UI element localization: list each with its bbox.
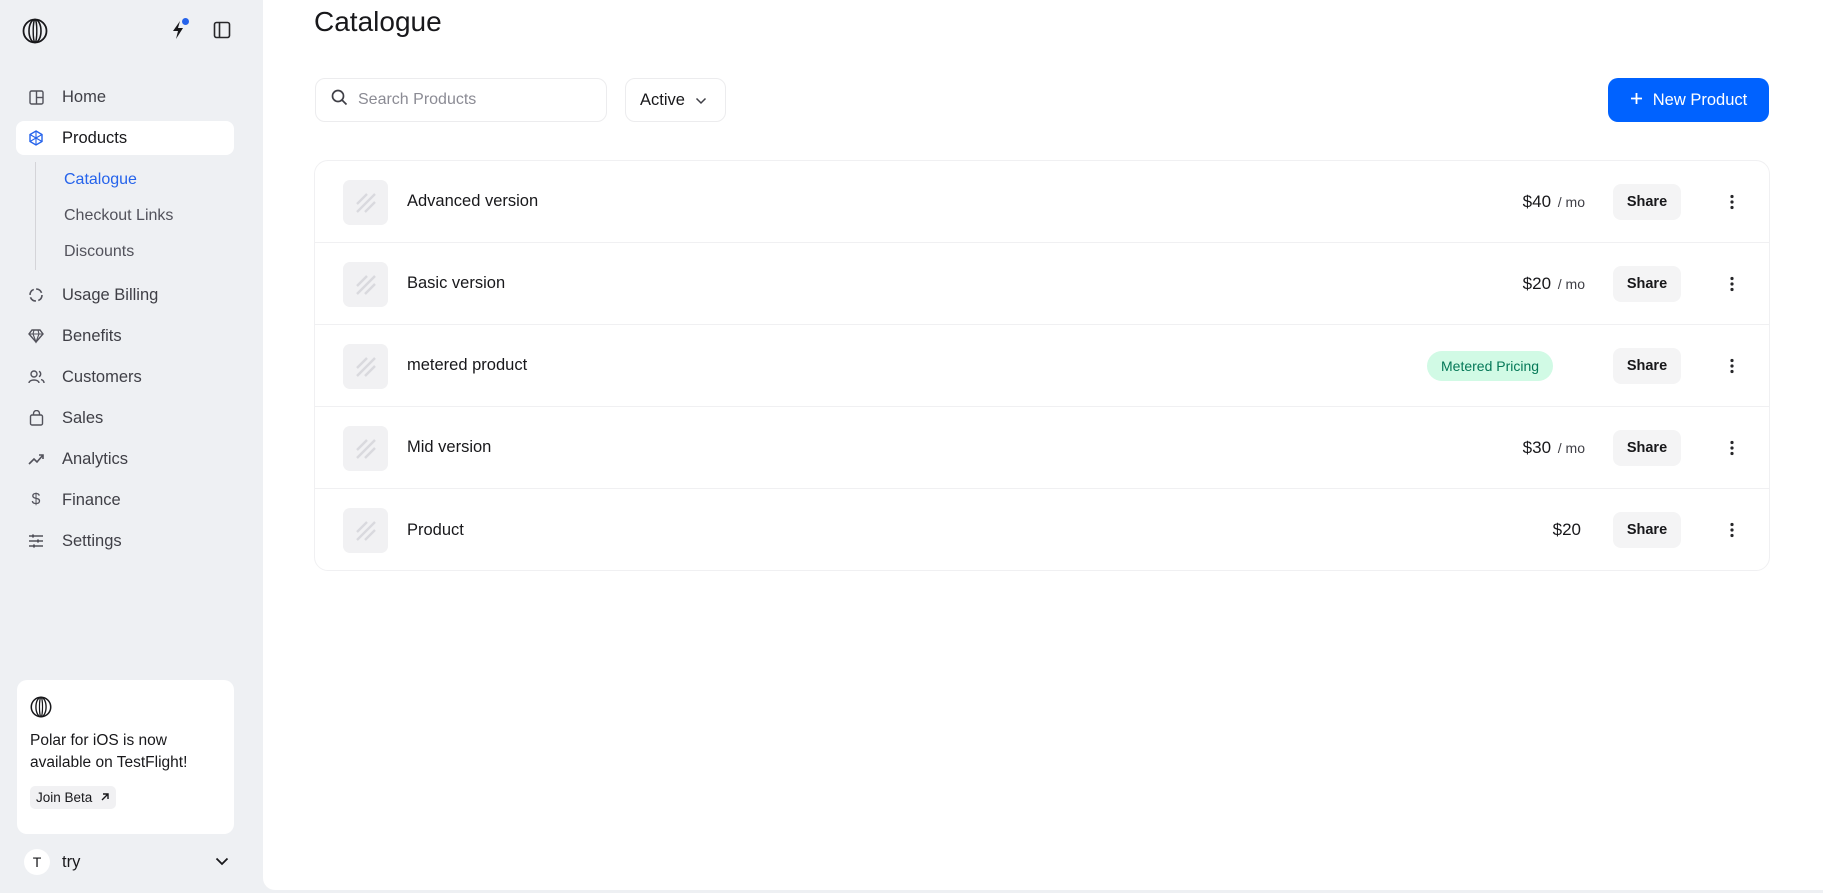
status-filter-value: Active [640,90,685,109]
nav-label-finance: Finance [62,490,121,509]
avatar: T [24,849,50,875]
main-panel: Catalogue Active New Product Advanced ve… [263,0,1823,890]
search-input[interactable] [358,91,578,109]
more-options-icon[interactable] [1721,355,1743,377]
more-options-icon[interactable] [1721,273,1743,295]
product-name[interactable]: Advanced version [407,192,538,211]
nav-item-finance[interactable]: $ Finance [16,483,234,517]
promo-text: Polar for iOS is now available on TestFl… [30,732,188,771]
metered-pricing-badge: Metered Pricing [1427,350,1554,381]
subnav-item-discounts[interactable]: Discounts [64,234,234,270]
sidebar-toggle-icon[interactable] [210,18,234,42]
price-interval: / mo [1557,439,1585,456]
nav-label-sales: Sales [62,408,104,427]
product-name[interactable]: Basic version [407,274,505,293]
hexagon-icon [27,129,45,147]
shopping-bag-icon [27,409,45,427]
share-button[interactable]: Share [1613,347,1681,384]
search-box[interactable] [315,78,607,122]
nav-label-settings: Settings [62,531,122,550]
price-interval: / mo [1557,275,1585,292]
product-row[interactable]: Advanced version $40 / mo Share [315,161,1769,243]
chevron-down-icon [695,91,707,110]
product-image-placeholder-icon [343,344,388,389]
product-price: $20 [1552,520,1581,539]
nav-item-products[interactable]: Products [16,121,234,155]
sliders-icon [27,532,45,550]
grid-icon [27,88,45,106]
product-price: $20 / mo [1523,274,1585,294]
subnav-item-catalogue[interactable]: Catalogue [64,162,234,198]
price-interval: / mo [1557,193,1585,210]
product-name[interactable]: Mid version [407,438,491,457]
nav-label-analytics: Analytics [62,449,129,468]
price-amount: $30 [1522,437,1552,457]
trending-up-icon [27,450,45,468]
share-button[interactable]: Share [1613,265,1681,302]
product-name[interactable]: metered product [407,356,527,375]
product-row[interactable]: Product $20 Share [315,489,1769,570]
polar-logo-icon [30,696,52,718]
join-beta-label: Join Beta [36,790,93,805]
more-options-icon[interactable] [1721,519,1743,541]
chevron-down-icon [215,853,229,871]
product-row[interactable]: Mid version $30 / mo Share [315,407,1769,489]
nav-item-usage-billing[interactable]: Usage Billing [16,278,234,312]
diamond-icon [27,327,45,345]
page-title: Catalogue [314,6,442,37]
plus-icon [1630,91,1643,110]
price-amount: $20 [1522,273,1552,293]
share-button[interactable]: Share [1613,512,1681,548]
notification-dot [182,18,189,25]
nav-label-customers: Customers [62,367,142,386]
nav-item-settings[interactable]: Settings [16,524,234,558]
search-icon [331,89,348,111]
user-name: try [62,852,81,871]
nav-item-sales[interactable]: Sales [16,401,234,435]
status-filter-select[interactable]: Active [625,78,726,122]
nav-item-benefits[interactable]: Benefits [16,319,234,353]
join-beta-button[interactable]: Join Beta [30,786,117,809]
product-price: $30 / mo [1523,438,1585,458]
arrow-up-right-icon [100,790,110,805]
product-row[interactable]: Basic version $20 / mo Share [315,243,1769,325]
price-amount: $40 [1522,191,1552,211]
nav-item-customers[interactable]: Customers [16,360,234,394]
share-button[interactable]: Share [1613,183,1681,220]
more-options-icon[interactable] [1721,191,1743,213]
product-image-placeholder-icon [343,426,388,471]
nav-label-home: Home [62,87,107,106]
new-product-button[interactable]: New Product [1608,78,1769,122]
polar-logo-icon[interactable] [22,18,48,44]
sidebar: Home Products Catalogue Checkout Links D… [0,0,262,893]
product-row[interactable]: metered product Metered Pricing Share [315,325,1769,407]
product-image-placeholder-icon [343,262,388,307]
lightning-icon[interactable] [166,18,190,42]
testflight-promo-card: Polar for iOS is now available on TestFl… [17,680,234,834]
more-options-icon[interactable] [1721,437,1743,459]
circle-dashed-icon [27,286,45,304]
dollar-icon: $ [31,491,41,508]
nav-item-home[interactable]: Home [16,80,234,114]
nav-label-usage-billing: Usage Billing [62,285,159,304]
product-list: Advanced version $40 / mo Share Basic ve… [314,160,1770,571]
product-image-placeholder-icon [343,508,388,553]
products-subnav: Catalogue Checkout Links Discounts [35,162,234,270]
product-price: $40 / mo [1523,192,1585,212]
share-button[interactable]: Share [1613,429,1681,466]
user-switcher[interactable]: T try [24,848,229,876]
product-image-placeholder-icon [343,180,388,225]
nav-item-analytics[interactable]: Analytics [16,442,234,476]
product-name[interactable]: Product [407,521,464,540]
main-nav: Home Products Catalogue Checkout Links D… [16,80,234,565]
subnav-item-checkout-links[interactable]: Checkout Links [64,198,234,234]
users-icon [27,368,45,386]
new-product-label: New Product [1652,90,1748,109]
nav-label-products: Products [62,128,128,147]
nav-label-benefits: Benefits [62,326,122,345]
